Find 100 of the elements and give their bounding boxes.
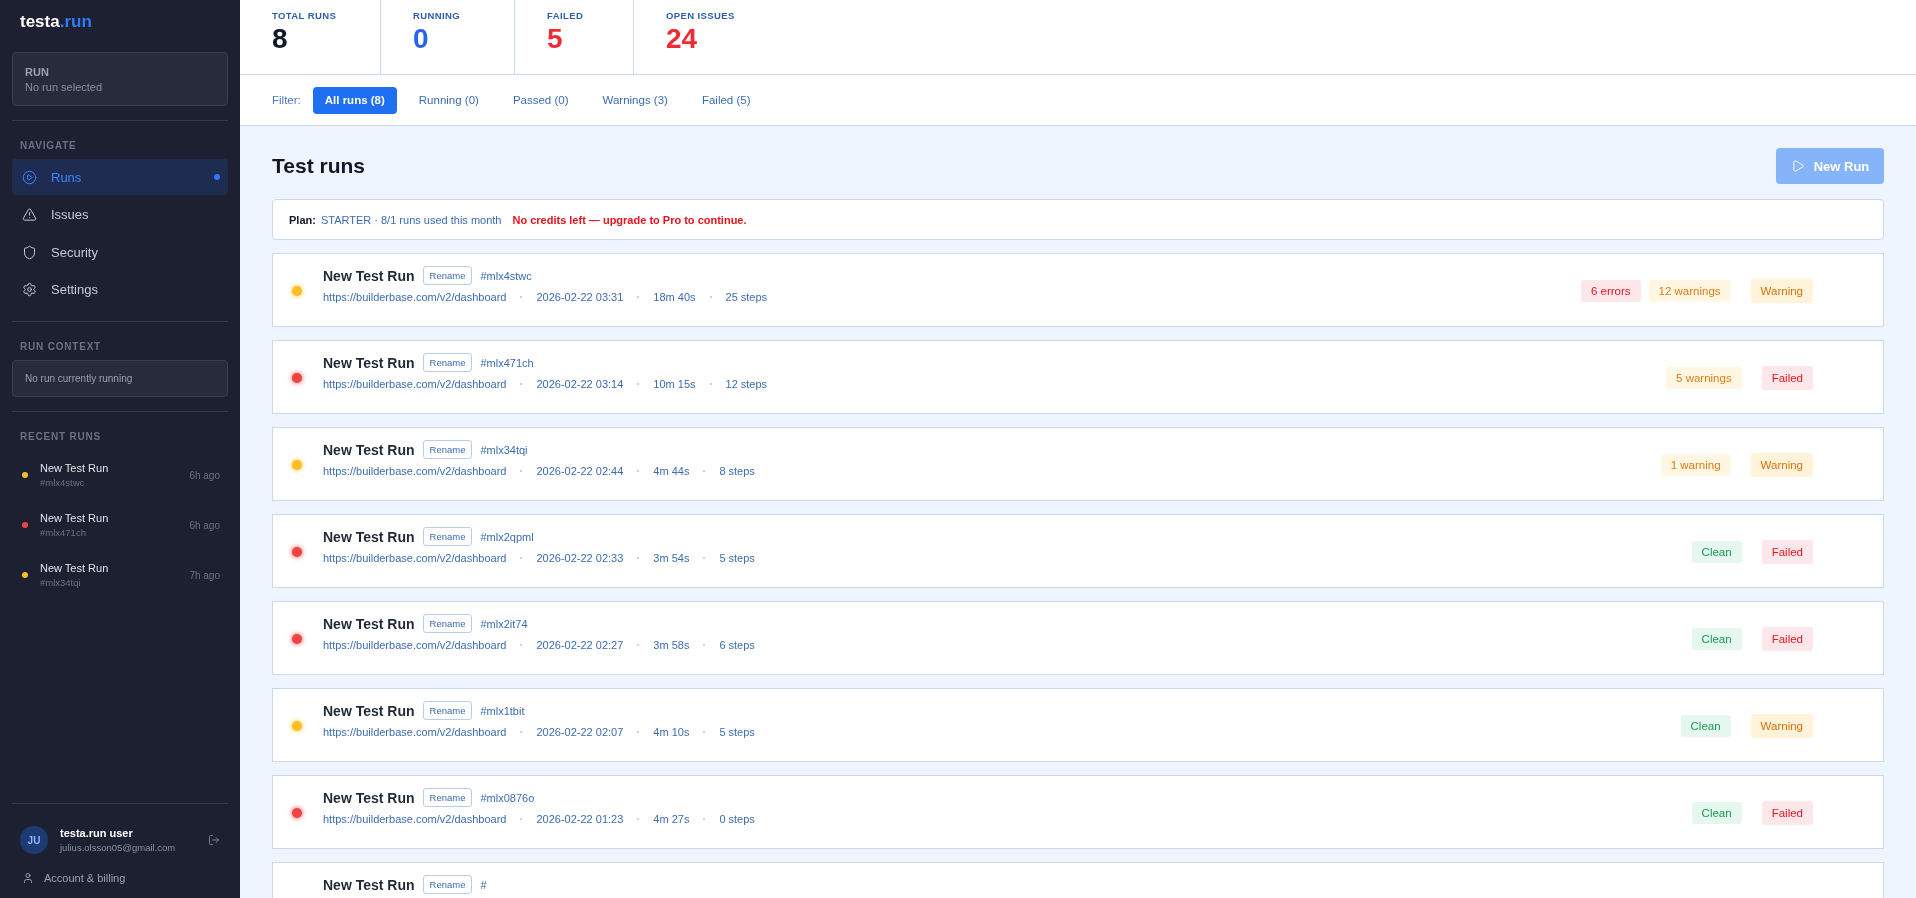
run-id: #mlx34tqi (480, 443, 528, 456)
recent-run-id: #mlx4stwc (40, 477, 86, 488)
account-link[interactable]: Account & billing (44, 872, 126, 884)
status-badge: Failed (1761, 540, 1813, 564)
run-name: New Test Run (323, 876, 415, 893)
run-steps: 5 steps (719, 726, 755, 738)
count-badge: 6 errors (1580, 280, 1641, 302)
run-steps: 8 steps (719, 465, 755, 477)
run-card[interactable]: New Test Run Rename #mlx2qpml https://builderbase.com/v2/dashboard 2026-02-22 02:33 3m 54s 5 steps Clean Failed (272, 514, 1884, 588)
recent-run-id: #mlx34tqi (40, 577, 82, 588)
run-card[interactable]: New Test Run Rename #mlx4stwc https://builderbase.com/v2/dashboard 2026-02-22 03:31 18m 40s 25 steps 6 errors 12 warnings Warning (272, 253, 1884, 327)
run-name: New Test Run (323, 267, 415, 284)
user-name: testa.run user (60, 827, 134, 839)
run-date: 2026-02-22 03:14 (536, 378, 624, 390)
stat-label: RUNNING (413, 10, 462, 21)
run-card[interactable]: New Test Run Rename #mlx34tqi https://builderbase.com/v2/dashboard 2026-02-22 02:44 4m 44s 8 steps 1 warning Warning (272, 427, 1884, 501)
nav-item[interactable]: Runs (12, 159, 228, 195)
run-id: #mlx4stwc (480, 269, 532, 282)
run-steps: 5 steps (719, 552, 755, 564)
run-duration: 3m 54s (653, 552, 690, 564)
rename-button[interactable]: Rename (422, 788, 473, 807)
stat-label: FAILED (547, 10, 585, 21)
run-card[interactable]: New Test Run Rename #mlx471ch https://builderbase.com/v2/dashboard 2026-02-22 03:14 10m 15s 12 steps 5 warnings Failed (272, 340, 1884, 414)
stat-value: 5 (547, 23, 564, 55)
section-heading: NAVIGATE (19, 139, 78, 153)
recent-run-name[interactable]: New Test Run (40, 512, 190, 524)
run-id: #mlx0876o (480, 791, 535, 804)
play-icon (1790, 159, 1805, 173)
plan-warning-text: No credits left — upgrade to Pro to continue. (512, 213, 747, 226)
stat-value: 24 (666, 23, 699, 55)
rename-button[interactable]: Rename (422, 353, 473, 372)
run-date: 2026-02-22 03:31 (536, 291, 624, 303)
count-badge: Clean (1691, 802, 1742, 824)
status-badge: Failed (1761, 627, 1813, 651)
run-duration: 4m 27s (653, 813, 690, 825)
run-duration: 4m 10s (653, 726, 690, 738)
run-url: https://builderbase.com/v2/dashboard (323, 465, 507, 477)
rename-button[interactable]: Rename (422, 440, 473, 459)
section-heading: RECENT RUNS (19, 430, 103, 444)
recent-run-time: 6h ago (189, 519, 220, 531)
status-badge: Failed (1761, 801, 1813, 825)
nav-item[interactable]: Settings (12, 271, 228, 308)
run-duration: 10m 15s (653, 378, 696, 390)
filter-tab[interactable]: All runs (8) (312, 86, 397, 114)
stat-value: 0 (413, 23, 430, 55)
count-badge: Clean (1680, 715, 1731, 737)
run-url: https://builderbase.com/v2/dashboard (323, 378, 507, 390)
recent-run-name[interactable]: New Test Run (40, 462, 190, 474)
run-name: New Test Run (323, 615, 415, 632)
count-badge: 5 warnings (1666, 367, 1742, 389)
count-badge: 12 warnings (1648, 280, 1731, 302)
filter-tab[interactable]: Warnings (3) (590, 86, 680, 114)
run-id: #mlx2qpml (480, 530, 534, 543)
run-label: RUN (25, 66, 50, 78)
run-date: 2026-02-22 01:23 (536, 813, 624, 825)
run-card[interactable]: New Test Run Rename #mlx2it74 https://builderbase.com/v2/dashboard 2026-02-22 02:27 3m 58s 6 steps Clean Failed (272, 601, 1884, 675)
run-date: 2026-02-22 02:07 (536, 726, 624, 738)
logo: testa.run (19, 11, 93, 33)
run-url: https://builderbase.com/v2/dashboard (323, 813, 507, 825)
run-duration: 18m 40s (653, 291, 696, 303)
section-heading: RUN CONTEXT (19, 340, 103, 354)
nav-item[interactable]: Security (12, 234, 228, 270)
count-badge: 1 warning (1660, 454, 1731, 476)
run-name: New Test Run (323, 702, 415, 719)
settings-icon (22, 282, 37, 297)
plan-label: Plan: (289, 213, 316, 226)
run-id: #mlx2it74 (480, 617, 528, 630)
rename-button[interactable]: Rename (422, 527, 473, 546)
filter-tab[interactable]: Running (0) (406, 86, 491, 114)
recent-run-name[interactable]: New Test Run (40, 562, 190, 574)
rename-button[interactable]: Rename (422, 701, 473, 720)
run-url: https://builderbase.com/v2/dashboard (323, 552, 507, 564)
play-circle-icon (22, 169, 37, 185)
run-date: 2026-02-22 02:27 (536, 639, 624, 651)
warning-icon (22, 207, 37, 222)
run-id: # (480, 878, 487, 891)
stat-label: TOTAL RUNS (272, 10, 338, 21)
plan-text: STARTER · 8/1 runs used this month (320, 213, 502, 226)
logout-icon[interactable] (208, 834, 220, 846)
user-icon (22, 872, 34, 884)
run-name: New Test Run (323, 441, 415, 458)
run-steps: 0 steps (719, 813, 755, 825)
avatar: JU (20, 826, 48, 854)
run-steps: 12 steps (725, 378, 768, 390)
filter-tab[interactable]: Passed (0) (500, 86, 581, 114)
stat-value: 8 (272, 23, 289, 55)
rename-button[interactable]: Rename (422, 875, 473, 894)
run-card[interactable]: New Test Run Rename #mlx1tbit https://builderbase.com/v2/dashboard 2026-02-22 02:07 4m 10s 5 steps Clean Warning (272, 688, 1884, 762)
filter-tab[interactable]: Failed (5) (689, 86, 763, 114)
nav-item[interactable]: Issues (12, 196, 228, 233)
active-dot (214, 174, 220, 180)
status-badge: Failed (1761, 366, 1813, 390)
run-card[interactable]: New Test Run Rename # (272, 862, 1884, 898)
run-steps: 6 steps (719, 639, 755, 651)
run-card[interactable]: New Test Run Rename #mlx0876o https://builderbase.com/v2/dashboard 2026-02-22 01:23 4m 27s 0 steps Clean Failed (272, 775, 1884, 849)
rename-button[interactable]: Rename (422, 614, 473, 633)
run-id: #mlx1tbit (480, 704, 525, 717)
recent-run-time: 6h ago (189, 469, 220, 481)
rename-button[interactable]: Rename (422, 266, 473, 285)
run-url: https://builderbase.com/v2/dashboard (323, 639, 507, 651)
